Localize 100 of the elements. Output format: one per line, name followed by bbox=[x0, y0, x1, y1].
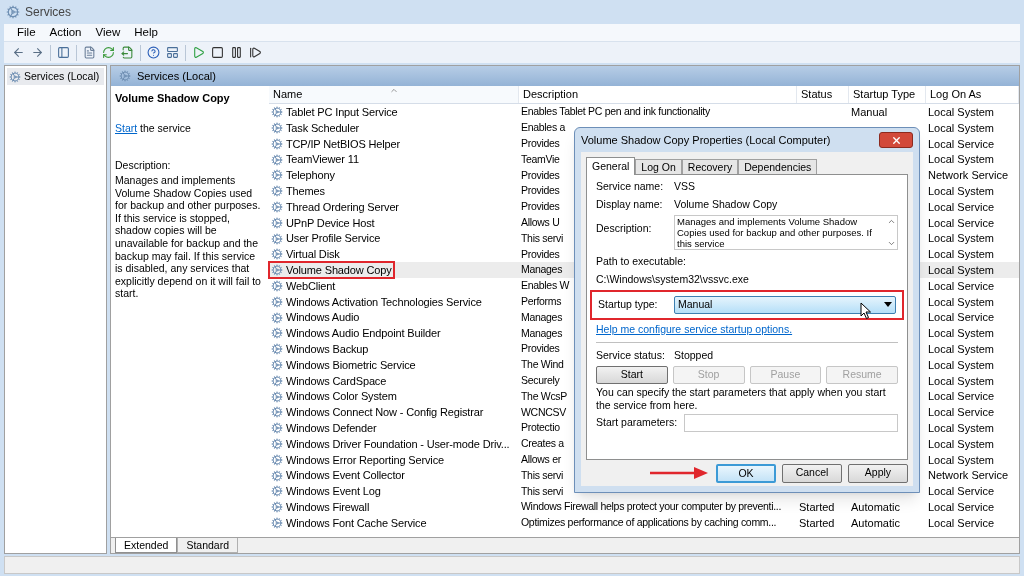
field-label: Service status: bbox=[596, 348, 666, 364]
service-name: Windows Error Reporting Service bbox=[269, 451, 446, 468]
service-name: Windows Firewall bbox=[269, 499, 372, 516]
table-cell-text: The WcsP bbox=[520, 388, 569, 404]
table-cell-text: Local Service bbox=[927, 405, 996, 421]
table-cell-text: Manages bbox=[520, 262, 564, 278]
service-name: Windows Audio bbox=[269, 309, 362, 326]
table-cell-text: Provides bbox=[520, 199, 561, 215]
table-cell-text: Performs bbox=[520, 293, 563, 309]
service-name: Windows Color System bbox=[269, 388, 399, 405]
field-value: VSS bbox=[674, 179, 695, 195]
table-cell-text: Started bbox=[798, 515, 836, 531]
start-service-text: Start the service bbox=[115, 120, 192, 136]
field-label: Service name: bbox=[596, 179, 665, 195]
table-cell-text: Securely bbox=[520, 372, 561, 388]
table-cell-text: Network Service bbox=[927, 468, 1010, 484]
table-cell-text: Local System bbox=[927, 120, 996, 136]
service-name: Windows Connect Now - Config Registrar bbox=[269, 404, 486, 421]
field-label: Startup type: bbox=[598, 296, 659, 312]
service-name: Windows Defender bbox=[269, 420, 379, 437]
table-cell-text: Automatic bbox=[850, 515, 901, 531]
service-description: Manages and implements Volume Shadow Copies used for backup and other purposes. If this service is stopped, shadow copies will be unavailable for backup and the backup may fail. If this service is disabled, any services that explicitly depend on it will fail to start. bbox=[115, 174, 262, 300]
table-cell-text: Local System bbox=[927, 357, 996, 373]
service-title: Volume Shadow Copy bbox=[115, 91, 231, 106]
table-cell-text: This servi bbox=[520, 230, 564, 246]
table-cell-text: Local Service bbox=[927, 199, 996, 215]
field-label: Display name: bbox=[596, 197, 664, 213]
service-name: Virtual Disk bbox=[269, 246, 342, 263]
table-cell-text: Protectio bbox=[520, 420, 561, 436]
table-cell-text: Local Service bbox=[927, 278, 996, 294]
service-name: TCP/IP NetBIOS Helper bbox=[269, 135, 403, 152]
start-parameters-hint: You can specify the start parameters that apply when you start the service from here. bbox=[596, 386, 887, 413]
field-label: Description: bbox=[596, 221, 653, 236]
service-name: Windows Biometric Service bbox=[269, 357, 418, 373]
table-cell-text: TeamVie bbox=[520, 151, 561, 167]
service-name: Windows Audio Endpoint Builder bbox=[269, 325, 443, 342]
table-cell-text: Local System bbox=[927, 262, 996, 278]
table-cell-text: Local System bbox=[927, 452, 996, 468]
description-value: Manages and implements Volume Shadow Copies used for backup and other purposes. If this service bbox=[676, 216, 873, 249]
service-name: WebClient bbox=[269, 278, 338, 294]
table-cell-text: Network Service bbox=[927, 168, 1010, 184]
table-cell-text: Automatic bbox=[850, 499, 901, 515]
table-cell-text: Creates a bbox=[520, 436, 565, 452]
table-cell-text: Local System bbox=[927, 420, 996, 436]
dialog-title: Volume Shadow Copy Properties (Local Computer) bbox=[581, 132, 831, 148]
table-cell-text: Local System bbox=[927, 341, 996, 357]
table-cell-text: Provides bbox=[520, 167, 561, 183]
table-cell-text: Local System bbox=[927, 436, 996, 452]
table-cell-text: Local Service bbox=[927, 136, 996, 152]
service-name: Windows Driver Foundation - User-mode Driv... bbox=[269, 436, 512, 452]
table-cell-text: Local System bbox=[927, 247, 996, 263]
service-name: Windows Activation Technologies Service bbox=[269, 293, 484, 310]
service-name: Windows CardSpace bbox=[269, 372, 389, 389]
table-cell-text: This servi bbox=[520, 467, 564, 483]
table-cell-text: Local Service bbox=[927, 389, 996, 405]
table-cell-text: Local System bbox=[927, 184, 996, 199]
window-title: Services bbox=[25, 4, 71, 21]
table-cell-text: Enables W bbox=[520, 278, 571, 294]
table-cell-text: Enables a bbox=[520, 120, 567, 136]
table-cell-text: The Wind bbox=[520, 357, 565, 373]
table-cell-text: Provides bbox=[520, 183, 561, 199]
service-name: Task Scheduler bbox=[269, 120, 362, 136]
table-cell-text: Local Service bbox=[927, 499, 996, 515]
table-cell-text: Local Service bbox=[927, 484, 996, 500]
service-name: Volume Shadow Copy bbox=[269, 262, 394, 279]
service-name: TeamViewer 11 bbox=[269, 151, 361, 168]
table-cell-text: Manages bbox=[520, 325, 564, 341]
service-name: Telephony bbox=[269, 167, 337, 184]
table-cell-text: Windows Firewall helps protect your computer by preventi... bbox=[520, 499, 783, 515]
path-label: Path to executable: bbox=[596, 254, 687, 269]
panel-title: Services (Local) bbox=[137, 68, 216, 84]
table-cell-text: Local System bbox=[927, 231, 996, 247]
table-cell-text: Local Service bbox=[927, 515, 996, 531]
table-cell-text: Local System bbox=[927, 373, 996, 389]
table-cell-text: Enables Tablet PC pen and ink functionality bbox=[520, 104, 711, 120]
field-label: Start parameters: bbox=[596, 415, 679, 431]
service-name: Windows Event Log bbox=[269, 483, 383, 500]
table-cell-text: WCNCSV bbox=[520, 404, 567, 420]
table-cell-text: Allows er bbox=[520, 451, 562, 467]
service-name: Themes bbox=[269, 183, 327, 200]
table-cell-text: Manual bbox=[850, 105, 889, 120]
table-cell-text: Provides bbox=[520, 341, 561, 357]
table-cell-text: Local System bbox=[927, 105, 996, 120]
service-name: Windows Font Cache Service bbox=[269, 515, 429, 531]
table-cell-text: Local Service bbox=[927, 215, 996, 231]
table-cell-text: Local System bbox=[927, 152, 996, 168]
service-name: User Profile Service bbox=[269, 230, 383, 247]
table-cell-text: Local System bbox=[927, 294, 996, 310]
field-value: Volume Shadow Copy bbox=[674, 197, 778, 213]
service-name: UPnP Device Host bbox=[269, 214, 377, 231]
table-cell-text: Local Service bbox=[927, 310, 996, 326]
field-value: Stopped bbox=[674, 348, 714, 364]
table-cell-text: Local System bbox=[927, 326, 996, 342]
description-label: Description: bbox=[115, 158, 172, 174]
service-name: Windows Event Collector bbox=[269, 467, 407, 484]
table-cell-text: Allows U bbox=[520, 214, 561, 230]
service-name: Windows Backup bbox=[269, 341, 371, 358]
table-cell-text: Provides bbox=[520, 246, 561, 262]
table-cell-text: Provides bbox=[520, 135, 561, 151]
path-value: C:\Windows\system32\vssvc.exe bbox=[596, 271, 750, 287]
